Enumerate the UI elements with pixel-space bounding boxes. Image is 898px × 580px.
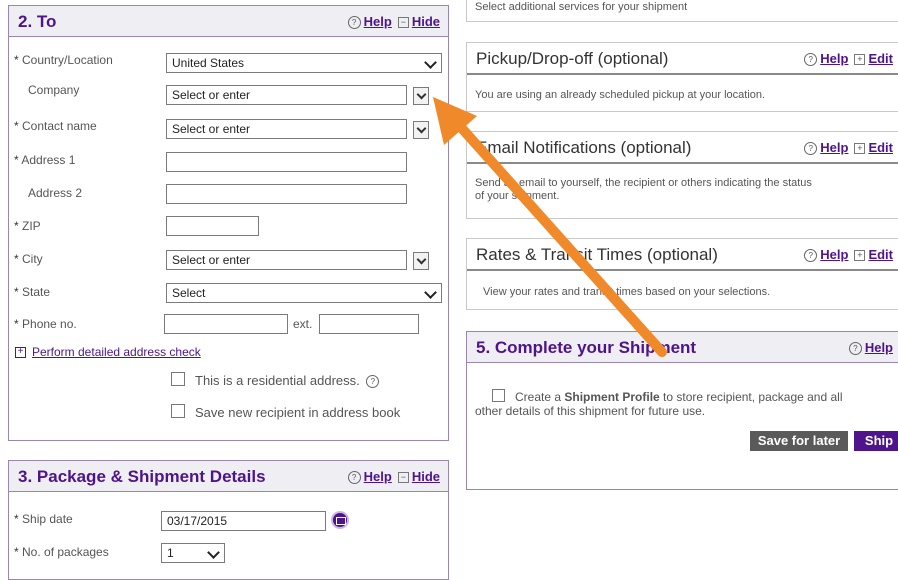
collapse-icon: −	[397, 17, 409, 28]
expand-icon: +	[854, 250, 866, 261]
email-description: Send an email to yourself, the recipient…	[475, 177, 812, 202]
help-icon: ?	[347, 471, 361, 484]
pickup-links: ? Help + Edit	[804, 51, 893, 66]
pickup-help-link[interactable]: Help	[820, 51, 848, 66]
company-dropdown-button[interactable]	[413, 87, 429, 105]
help-icon: ?	[366, 375, 380, 388]
expand-icon: +	[15, 347, 26, 358]
packages-label: * No. of packages	[14, 545, 109, 559]
package-section-links: ? Help − Hide	[347, 469, 440, 484]
zip-field[interactable]	[166, 216, 259, 236]
package-section: 3. Package & Shipment Details ? Help − Hide…	[8, 460, 449, 580]
email-title: Email Notifications (optional)	[476, 138, 692, 157]
email-edit-link[interactable]: Edit	[868, 140, 893, 155]
email-section: Email Notifications (optional) ? Help + Edi…	[466, 131, 898, 219]
chevron-down-icon	[416, 89, 427, 100]
country-select[interactable]: United States	[166, 53, 442, 73]
ship-button[interactable]: Ship	[854, 431, 898, 451]
state-select[interactable]: Select	[166, 283, 442, 303]
ship-date-label: * Ship date	[14, 512, 73, 526]
package-section-title: 3. Package & Shipment Details	[18, 467, 266, 486]
contact-label: * Contact name	[14, 119, 97, 133]
save-recipient-label: Save new recipient in address book	[195, 405, 401, 420]
state-label: * State	[14, 285, 51, 299]
package-section-header: 3. Package & Shipment Details ? Help − Hide	[9, 461, 448, 492]
help-icon: ?	[804, 249, 818, 262]
rates-links: ? Help + Edit	[804, 247, 893, 262]
residential-label: This is a residential address. ?	[195, 373, 382, 388]
services-description: Select additional services for your ship…	[475, 1, 688, 13]
to-section: 2. To ? Help − Hide * Country/Location Unit…	[8, 5, 449, 441]
pickup-description: You are using an already scheduled picku…	[475, 89, 766, 101]
pickup-title: Pickup/Drop-off (optional)	[476, 49, 669, 68]
complete-header: 5. Complete your Shipment ? Help	[467, 332, 898, 363]
company-field[interactable]: Select or enter	[166, 85, 407, 105]
expand-icon: +	[854, 143, 866, 154]
calendar-icon[interactable]	[331, 511, 349, 529]
address2-field[interactable]	[166, 184, 407, 204]
email-links: ? Help + Edit	[804, 140, 893, 155]
phone-field[interactable]	[164, 314, 288, 334]
chevron-down-icon	[416, 254, 427, 265]
email-header: Email Notifications (optional) ? Help + Edi…	[467, 132, 898, 164]
help-icon: ?	[848, 342, 862, 355]
contact-name-field[interactable]: Select or enter	[166, 119, 407, 139]
address-check-link[interactable]: Perform detailed address check	[32, 345, 201, 359]
ext-label: ext.	[293, 317, 313, 331]
email-help-link[interactable]: Help	[820, 140, 848, 155]
company-label: Company	[28, 83, 80, 97]
rates-header: Rates & Transit Times (optional) ? Help + E…	[467, 239, 898, 271]
residential-checkbox[interactable]	[171, 372, 185, 386]
phone-label: * Phone no.	[14, 317, 77, 331]
ext-field[interactable]	[319, 314, 419, 334]
rates-edit-link[interactable]: Edit	[868, 247, 893, 262]
ship-date-field[interactable]: 03/17/2015	[161, 511, 326, 531]
zip-label: * ZIP	[14, 219, 41, 233]
rates-description: View your rates and transit times based …	[483, 286, 771, 298]
rates-title: Rates & Transit Times (optional)	[476, 245, 718, 264]
expand-icon: +	[854, 54, 866, 65]
complete-help-link[interactable]: Help	[865, 340, 893, 355]
city-dropdown-button[interactable]	[413, 252, 429, 270]
city-field[interactable]: Select or enter	[166, 250, 407, 270]
package-help-link[interactable]: Help	[364, 469, 392, 484]
complete-title: 5. Complete your Shipment	[476, 338, 697, 357]
to-section-header: 2. To ? Help − Hide	[9, 6, 448, 37]
address1-field[interactable]	[166, 152, 407, 172]
address2-label: Address 2	[28, 186, 83, 200]
to-hide-link[interactable]: Hide	[412, 14, 440, 29]
services-box: Select additional services for your ship…	[466, 0, 898, 22]
city-label: * City	[14, 252, 43, 266]
chevron-down-icon	[207, 546, 220, 559]
rates-section: Rates & Transit Times (optional) ? Help + E…	[466, 238, 898, 310]
package-hide-link[interactable]: Hide	[412, 469, 440, 484]
chevron-down-icon	[424, 286, 437, 299]
to-section-title: 2. To	[18, 12, 57, 31]
pickup-section: Pickup/Drop-off (optional) ? Help + Edit Yo…	[466, 42, 898, 112]
chevron-down-icon	[424, 56, 437, 69]
country-label: * Country/Location	[14, 53, 113, 67]
help-icon: ?	[804, 53, 818, 66]
rates-help-link[interactable]: Help	[820, 247, 848, 262]
to-section-links: ? Help − Hide	[347, 14, 440, 29]
chevron-down-icon	[416, 123, 427, 134]
help-icon: ?	[804, 142, 818, 155]
help-icon: ?	[347, 16, 361, 29]
save-recipient-checkbox[interactable]	[171, 404, 185, 418]
pickup-header: Pickup/Drop-off (optional) ? Help + Edit	[467, 43, 898, 75]
to-help-link[interactable]: Help	[364, 14, 392, 29]
shipment-profile-text: Create a Shipment Profile to store recip…	[475, 390, 843, 418]
packages-select[interactable]: 1	[161, 543, 225, 563]
contact-dropdown-button[interactable]	[413, 121, 429, 139]
collapse-icon: −	[397, 472, 409, 483]
save-for-later-button[interactable]: Save for later	[750, 431, 848, 451]
pickup-edit-link[interactable]: Edit	[868, 51, 893, 66]
complete-links: ? Help	[848, 340, 893, 355]
complete-section: 5. Complete your Shipment ? Help Create a…	[466, 331, 898, 490]
address1-label: * Address 1	[14, 153, 76, 167]
